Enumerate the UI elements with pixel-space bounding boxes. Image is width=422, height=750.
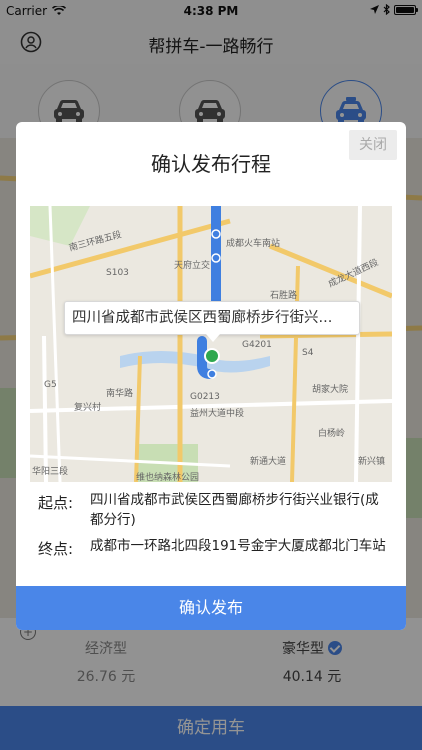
start-label: 起点: — [38, 494, 74, 512]
map-label: 维也纳森林公园 — [136, 473, 200, 482]
map-label: 胡家大院 — [312, 385, 349, 395]
map-label: 成都火车南站 — [226, 239, 281, 249]
end-address: 成都市一环路北四段191号金宇大厦成都北门车站 — [90, 538, 386, 554]
map-label: 新通大道 — [250, 457, 287, 467]
map-label: S103 — [106, 268, 129, 278]
start-address: 四川省成都市武侯区西蜀廊桥步行街兴业银行(成都分行) — [90, 492, 379, 528]
map-label: 华阳三段 — [32, 467, 69, 477]
map-label: 石胜路 — [270, 291, 298, 301]
map-label: 南华路 — [106, 389, 134, 399]
start-address-row: 起点: 四川省成都市武侯区西蜀廊桥步行街兴业银行(成都分行) — [38, 490, 388, 530]
map-label: 天府立交 — [174, 261, 211, 271]
confirm-trip-modal: 关闭 确认发布行程 南三环路五段 成都火车南站 天府立交 石胜路 成龙大道西段 … — [16, 122, 406, 630]
modal-title: 确认发布行程 — [151, 152, 271, 176]
map-label: 白杨岭 — [318, 429, 346, 439]
map-label: G0213 — [190, 392, 220, 402]
route-map[interactable]: 南三环路五段 成都火车南站 天府立交 石胜路 成龙大道西段 益州大道中段 复兴村… — [30, 206, 392, 482]
tooltip-tail — [206, 334, 220, 342]
map-label: S4 — [302, 348, 314, 358]
end-address-row: 终点: 成都市一环路北四段191号金宇大厦成都北门车站 — [38, 536, 388, 559]
map-address-tooltip: 四川省成都市武侯区西蜀廊桥步行街兴... — [64, 301, 360, 335]
map-label: G5 — [44, 380, 57, 390]
confirm-publish-button[interactable]: 确认发布 — [16, 586, 406, 630]
map-label: 新兴镇 — [358, 457, 386, 467]
map-label: 益州大道中段 — [190, 409, 245, 419]
map-label: G4201 — [242, 340, 272, 350]
end-label: 终点: — [38, 540, 74, 558]
map-label: 复兴村 — [74, 403, 102, 413]
start-marker-icon — [204, 348, 220, 364]
